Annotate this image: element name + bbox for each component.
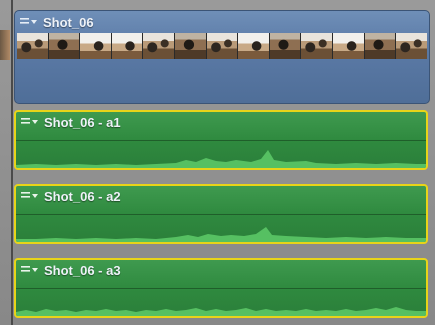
clip-menu-icon[interactable] [20,115,40,129]
filmstrip-frame [364,33,396,59]
video-clip-header: Shot_06 [19,13,94,31]
filmstrip-frame [396,33,427,59]
audio-waveform [16,227,426,242]
filmstrip-frame [238,33,269,59]
filmstrip-frame [80,33,111,59]
audio-clip-a1[interactable]: Shot_06 - a1 [14,110,428,170]
audio-waveform [16,307,426,316]
filmstrip-frame [111,33,143,59]
audio-clip-name: Shot_06 - a2 [44,188,121,204]
filmstrip-frame [17,33,48,59]
filmstrip-frame [301,33,333,59]
playhead[interactable] [11,0,13,325]
filmstrip-frame [333,33,364,59]
filmstrip-frame [143,33,175,59]
audio-clip-a2[interactable]: Shot_06 - a2 [14,184,428,244]
clip-menu-icon[interactable] [19,15,39,29]
filmstrip-frame [206,33,238,59]
audio-clip-header: Shot_06 - a2 [20,187,121,205]
audio-clip-name: Shot_06 - a1 [44,114,121,130]
audio-clip-name: Shot_06 - a3 [44,262,121,278]
filmstrip-frame [175,33,206,59]
video-clip[interactable]: Shot_06 [14,10,430,104]
filmstrip-frame [269,33,301,59]
audio-clip-header: Shot_06 - a1 [20,113,121,131]
audio-waveform [16,150,426,168]
filmstrip [17,33,427,59]
video-clip-name: Shot_06 [43,14,94,30]
audio-clip-a3[interactable]: Shot_06 - a3 [14,258,428,318]
audio-clip-header: Shot_06 - a3 [20,261,121,279]
filmstrip-frame [48,33,80,59]
previous-clip-edge[interactable] [0,30,10,60]
clip-menu-icon[interactable] [20,189,40,203]
timeline: Shot_06 Shot_06 - a1 Shot_06 - a2 Shot_0… [0,0,435,325]
clip-menu-icon[interactable] [20,263,40,277]
